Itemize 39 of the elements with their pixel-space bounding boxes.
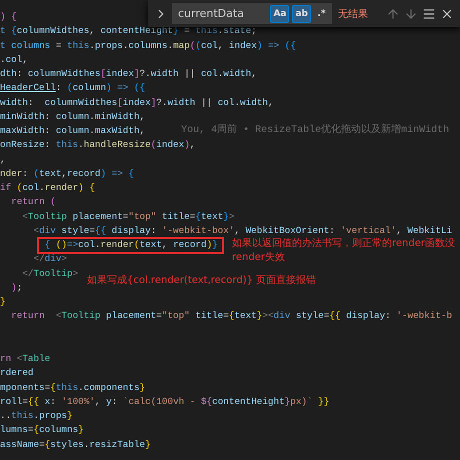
code-line: rn <Table: [0, 353, 50, 366]
lines-icon[interactable]: [422, 6, 436, 20]
status-text: 无结果: [338, 8, 369, 20]
code-line: minWidth: column.minWidth,: [0, 110, 146, 123]
code-line: assName={styles.resizTable}: [0, 438, 151, 451]
code-line: maxWidth: column.maxWidth,: [0, 125, 146, 138]
code-line: );: [11, 282, 22, 294]
code-line: <Tooltip placement="top" title={text}>: [22, 210, 234, 223]
option-toggle[interactable]: Aa: [270, 4, 290, 22]
code-line: HeaderCell: (column) => ({: [0, 82, 146, 94]
code-line: mponents={this.components}: [0, 382, 146, 394]
option-toggle[interactable]: .*: [314, 4, 329, 22]
code-line: return <Tooltip placement="top" title={text}><div style={{ display: '-webkit-b: [11, 310, 452, 322]
code-line: rdered: [0, 367, 34, 380]
code-line: return (: [11, 196, 56, 208]
blame-annotation: You, 4周前 • ResizeTable优化拖动以及新增minWidth: [181, 125, 450, 138]
code-line: ,: [0, 154, 6, 166]
annotation-text: 如果写成{col.render(text,record)} 页面直接报错: [87, 274, 316, 288]
code-line: ..this.props}: [0, 410, 73, 422]
code-line: }: [0, 296, 6, 308]
annotation-text: 如果以返回值的办法书写，则正常的render函数没: [232, 237, 455, 251]
option-toggle[interactable]: ab: [292, 4, 311, 22]
code-line: nder: (text,record) => {: [0, 168, 134, 180]
search-field[interactable]: currentData Aa ab .*: [172, 3, 332, 24]
code-line: .col,: [0, 54, 28, 66]
code-line: { ()=>col.render(text, record)}: [44, 239, 218, 252]
code-line: </Tooltip>: [22, 268, 78, 280]
arrow-up-icon[interactable]: [386, 6, 400, 20]
code-line: dth: columnWidthes[index]?.width || col.width,: [0, 68, 257, 80]
code-line: width: columnWidthes[index]?.width || col.width,: [0, 96, 274, 109]
code-line: onResize: this.handleResize(index),: [0, 139, 196, 152]
code-line: if (col.render) {: [0, 182, 95, 194]
code-line: </div>: [33, 253, 67, 266]
code-line: ) {: [0, 11, 17, 24]
code-line: t columns = this.props.columns.map((col, index) => ({: [0, 40, 296, 52]
code-line: roll={{ x: '100%', y: `calc(100vh - ${contentHeight}px)` }}: [0, 396, 330, 408]
code-line: lumns={columns}: [0, 424, 84, 436]
annotation-text: render失效: [232, 251, 286, 265]
code-line: <div style={{ display: '-webkit-box', WebkitBoxOrient: 'vertical', WebkitLi: [33, 224, 452, 237]
